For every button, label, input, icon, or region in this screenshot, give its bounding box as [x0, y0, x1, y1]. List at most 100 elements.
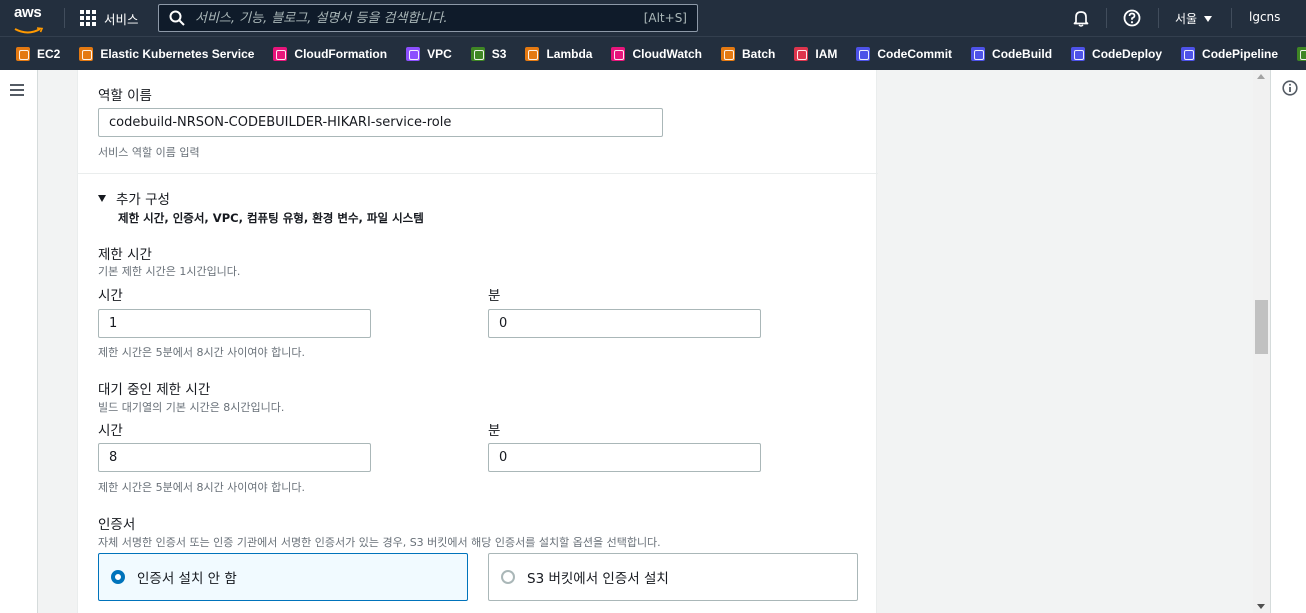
favorite-label: CloudWatch	[632, 46, 703, 61]
right-rail	[1270, 70, 1306, 613]
aws-logo[interactable]: aws	[14, 4, 48, 34]
service-icon	[1181, 46, 1196, 61]
service-icon	[406, 46, 421, 61]
favorite-label: Batch	[742, 46, 776, 61]
account-label: lgcns	[1249, 10, 1281, 24]
favorite-label: VPC	[427, 46, 452, 61]
favorite-vpc[interactable]: VPC	[406, 46, 452, 61]
search-icon	[169, 10, 185, 26]
additional-config-toggle[interactable]: 추가 구성	[98, 188, 170, 208]
favorite-batch[interactable]: Batch	[721, 46, 776, 61]
certificate-option-none-label: 인증서 설치 안 함	[137, 571, 237, 587]
nav-divider	[64, 8, 65, 28]
role-name-label: 역할 이름	[98, 88, 152, 104]
favorite-ec2[interactable]: EC2	[16, 46, 61, 61]
role-name-hint: 서비스 역할 이름 입력	[98, 146, 200, 159]
account-menu[interactable]: lgcns	[1249, 10, 1280, 24]
favorite-label: EC2	[37, 46, 61, 61]
favorite-cloudwatch[interactable]: CloudWatch	[611, 46, 703, 61]
favorite-elastic-kubernetes-service[interactable]: Elastic Kubernetes Service	[79, 46, 255, 61]
top-navigation: aws 서비스 [Alt+S] 서울 lgcns	[0, 0, 1306, 36]
favorite-codecommit[interactable]: CodeCommit	[856, 46, 953, 61]
scroll-up-icon[interactable]	[1257, 74, 1265, 79]
favorite-codedeploy[interactable]: CodeDeploy	[1071, 46, 1163, 61]
queued-timeout-minutes-label: 분	[488, 423, 501, 439]
queued-timeout-desc: 빌드 대기열의 기본 시간은 8시간입니다.	[98, 401, 285, 414]
favorites-bar: EC2 Elastic Kubernetes Service CloudFormat…	[0, 36, 1306, 70]
favorite-label: CodeCommit	[877, 46, 953, 61]
timeout-minutes-label: 분	[488, 288, 501, 304]
service-icon	[79, 46, 94, 61]
search-shortcut: [Alt+S]	[643, 11, 687, 25]
favorite-iam[interactable]: IAM	[794, 46, 838, 61]
search-bar[interactable]: [Alt+S]	[158, 4, 698, 32]
region-selector[interactable]: 서울	[1175, 10, 1213, 27]
service-icon	[1071, 46, 1086, 61]
service-icon	[273, 46, 288, 61]
search-input[interactable]	[195, 10, 644, 26]
service-icon	[856, 46, 871, 61]
chevron-down-icon	[1204, 15, 1213, 22]
aws-smile-icon	[14, 27, 44, 34]
queued-timeout-hours-input[interactable]	[98, 443, 371, 472]
service-icon	[721, 46, 736, 61]
favorite-s3[interactable]: S3	[470, 46, 507, 61]
timeout-hint: 제한 시간은 5분에서 8시간 사이여야 합니다.	[98, 346, 306, 359]
scroll-down-icon[interactable]	[1257, 604, 1265, 609]
timeout-label: 제한 시간	[98, 247, 152, 263]
queued-timeout-label: 대기 중인 제한 시간	[98, 382, 211, 398]
favorite-label: CloudFormation	[294, 46, 388, 61]
aws-logo-text: aws	[14, 4, 42, 21]
favorite-label: CodePipeline	[1202, 46, 1279, 61]
scroll-thumb[interactable]	[1255, 300, 1268, 354]
nav-divider	[1106, 8, 1107, 28]
help-icon[interactable]	[1123, 9, 1141, 27]
favorite-cloudformation[interactable]: CloudFormation	[273, 46, 388, 61]
radio-unselected-icon	[501, 570, 515, 584]
info-icon[interactable]	[1282, 80, 1298, 96]
region-label: 서울	[1175, 12, 1198, 26]
favorite-label: S3	[491, 46, 507, 61]
bell-icon[interactable]	[1072, 9, 1090, 27]
certificate-option-s3-label: S3 버킷에서 인증서 설치	[527, 571, 669, 587]
left-rail	[0, 70, 38, 613]
certificate-option-none[interactable]: 인증서 설치 안 함	[98, 553, 468, 601]
service-icon	[525, 46, 540, 61]
services-label: 서비스	[104, 11, 139, 27]
favorite-codebuild[interactable]: CodeBuild	[971, 46, 1053, 61]
build-config-panel: 역할 이름 서비스 역할 이름 입력 추가 구성 제한 시간, 인증서, VPC…	[77, 70, 878, 613]
timeout-hours-input[interactable]	[98, 309, 371, 338]
timeout-hours-label: 시간	[98, 288, 123, 304]
certificate-desc: 자체 서명한 인증서 또는 인증 기관에서 서명한 인증서가 있는 경우, S3…	[98, 536, 661, 549]
queued-timeout-hint: 제한 시간은 5분에서 8시간 사이여야 합니다.	[98, 481, 306, 494]
nav-divider	[1158, 8, 1159, 28]
menu-icon[interactable]	[10, 84, 24, 96]
favorite-label: Elastic Kubernetes Service	[100, 46, 255, 61]
timeout-desc: 기본 제한 시간은 1시간입니다.	[98, 265, 241, 278]
queued-timeout-hours-label: 시간	[98, 423, 123, 439]
page-scrollbar[interactable]	[1253, 70, 1270, 613]
timeout-minutes-input[interactable]	[488, 309, 761, 338]
caret-down-icon	[98, 194, 106, 202]
favorite-efs[interactable]: EFS	[1297, 46, 1306, 61]
favorite-label: Lambda	[546, 46, 593, 61]
service-icon	[971, 46, 986, 61]
favorite-codepipeline[interactable]: CodePipeline	[1181, 46, 1279, 61]
additional-config-title: 추가 구성	[116, 192, 170, 208]
service-icon	[794, 46, 809, 61]
service-icon	[611, 46, 626, 61]
nav-divider	[1231, 8, 1232, 28]
certificate-label: 인증서	[98, 517, 136, 533]
section-divider	[78, 173, 878, 174]
favorite-lambda[interactable]: Lambda	[525, 46, 593, 61]
role-name-input[interactable]	[98, 108, 663, 137]
radio-selected-icon	[111, 570, 125, 584]
services-menu-button[interactable]: 서비스	[80, 8, 139, 28]
favorite-label: CodeDeploy	[1092, 46, 1163, 61]
favorite-label: IAM	[815, 46, 838, 61]
grid-icon	[80, 10, 96, 26]
certificate-option-s3[interactable]: S3 버킷에서 인증서 설치	[488, 553, 858, 601]
service-icon	[1297, 46, 1306, 61]
queued-timeout-minutes-input[interactable]	[488, 443, 761, 472]
favorite-label: CodeBuild	[992, 46, 1053, 61]
